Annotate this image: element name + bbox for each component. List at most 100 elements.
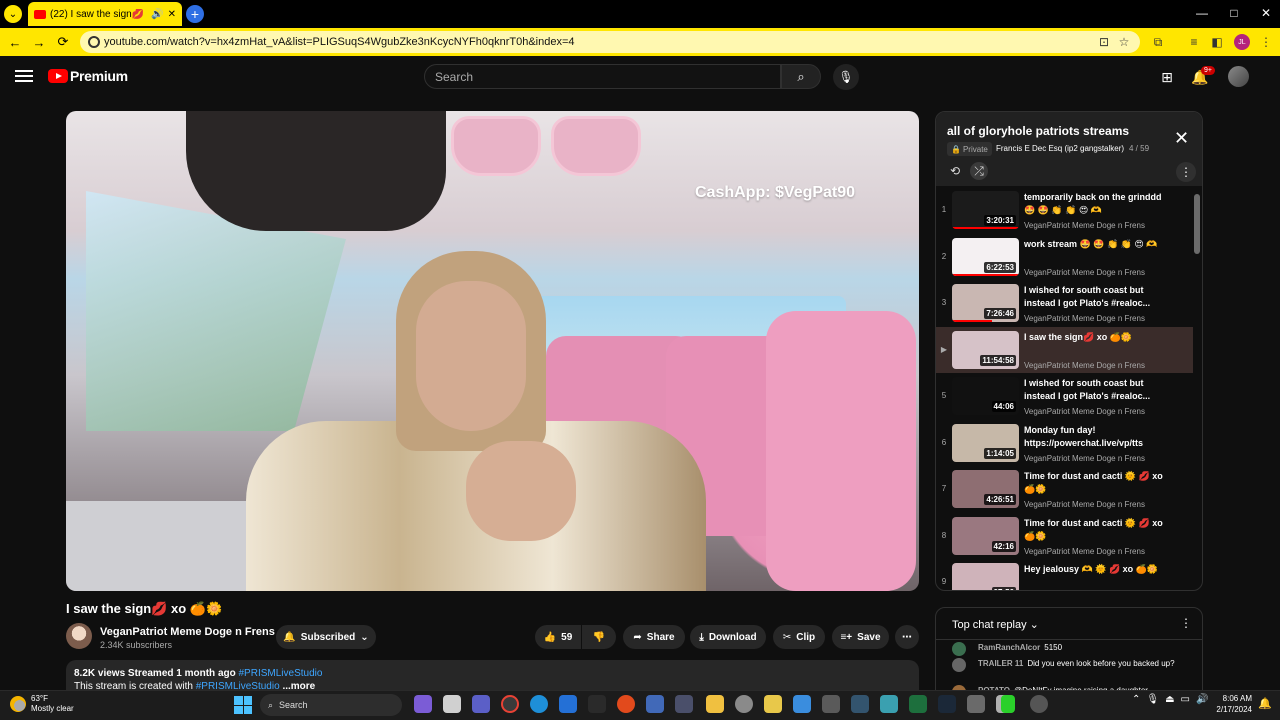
subscribed-button[interactable]: 🔔 Subscribed ⌄ (276, 625, 376, 649)
search-input[interactable]: Search (424, 64, 781, 89)
taskbar-search[interactable]: ⌕ Search (260, 694, 402, 716)
playlist-item[interactable]: 1 3:20:31 temporarily back on the grinddd … (936, 187, 1193, 233)
playlist-item-title[interactable]: Time for dust and cacti 🌞 💋 xo 🍊🌼 (1024, 470, 1174, 496)
excel-icon[interactable] (909, 695, 927, 713)
app-icon[interactable] (1030, 695, 1048, 713)
notification-center-icon[interactable]: 🔔 (1258, 697, 1272, 710)
hashtag-link[interactable]: #PRISMLiveStudio (239, 668, 323, 679)
app-icon[interactable] (675, 695, 693, 713)
playlist-item[interactable]: 927:56Hey jealousy 🫶 🌞 💋 xo 🍊🌼VeganPatri… (936, 559, 1193, 590)
playlist-item[interactable]: 7 4:26:51 Time for dust and cacti 🌞 💋 xo 🍊… (936, 466, 1193, 512)
chat-author-name[interactable]: RamRanchAlcor (978, 643, 1040, 652)
save-button[interactable]: ≡+ Save (832, 625, 889, 649)
shuffle-icon[interactable]: ⤮ (970, 162, 988, 180)
back-button[interactable]: ← (6, 33, 24, 51)
chrome-menu-icon[interactable]: ⋮ (1258, 34, 1274, 50)
app-icon[interactable] (1001, 695, 1015, 713)
app-icon[interactable] (793, 695, 811, 713)
tab-close-icon[interactable]: ✕ (168, 9, 176, 20)
forward-button[interactable]: → (30, 33, 48, 51)
playlist-item-thumbnail[interactable]: 6:22:53 (952, 237, 1019, 276)
chat-mode-selector[interactable]: Top chat replay ⌄ (952, 618, 1039, 631)
browser-tab[interactable]: (22) I saw the sign💋 xo 🍊🌼 🔊 ✕ (28, 2, 182, 26)
playlist-item-title[interactable]: I saw the sign💋 xo 🍊🌼 (1024, 331, 1174, 344)
extensions-icon[interactable]: ⧉ (1150, 34, 1166, 50)
playlist-item[interactable]: ▶ 11:54:58 I saw the sign💋 xo 🍊🌼 VeganPatri… (936, 326, 1193, 373)
task-view-icon[interactable] (443, 695, 461, 713)
chat-menu-icon[interactable]: ⋮ (1180, 616, 1192, 630)
chrome-icon[interactable] (501, 695, 519, 713)
playlist-item-thumbnail[interactable]: 44:06 (952, 377, 1019, 415)
app-icon[interactable] (880, 695, 898, 713)
minimize-button[interactable]: — (1190, 4, 1214, 22)
playlist-close-icon[interactable]: ✕ (1174, 128, 1189, 149)
create-icon[interactable]: ⊞ (1157, 67, 1177, 87)
site-info-icon[interactable] (88, 36, 100, 48)
playlist-item-thumbnail[interactable]: 27:56 (952, 563, 1019, 590)
account-avatar[interactable] (1228, 66, 1249, 87)
file-explorer-icon[interactable] (706, 695, 724, 713)
playlist-item-thumbnail[interactable]: 7:26:46 (952, 284, 1019, 322)
youtube-logo-icon[interactable] (48, 69, 68, 83)
playlist-item-thumbnail[interactable]: 1:14:05 (952, 423, 1019, 462)
playlist-item-title[interactable]: Monday fun day! https://powerchat.live/v… (1024, 424, 1174, 450)
dislike-button[interactable]: 👎 (582, 625, 616, 649)
weather-widget[interactable]: 63°F Mostly clear (10, 694, 74, 714)
chevron-up-icon[interactable]: ⌃ (1132, 694, 1140, 705)
guide-menu-icon[interactable] (15, 68, 33, 84)
app-icon[interactable] (646, 695, 664, 713)
microphone-icon[interactable]: 🎙 (1146, 694, 1159, 705)
teams-icon[interactable] (472, 695, 490, 713)
side-panel-icon[interactable]: ◧ (1209, 34, 1225, 50)
app-icon[interactable] (851, 695, 869, 713)
playlist-item[interactable]: 5 44:06 I wished for south coast but inste… (936, 373, 1193, 419)
playlist-owner[interactable]: Francis E Dec Esq (ip2 gangstalker) (996, 144, 1124, 153)
copilot-icon[interactable] (414, 695, 432, 713)
playlist-item[interactable]: 8 42:16 Time for dust and cacti 🌞 💋 xo 🍊🌼 V… (936, 513, 1193, 559)
speaker-icon[interactable]: 🔊 (151, 9, 163, 20)
clip-button[interactable]: ✂ Clip (773, 625, 825, 649)
edge-icon[interactable] (530, 695, 548, 713)
maximize-button[interactable]: □ (1222, 4, 1246, 22)
voice-search-icon[interactable]: 🎙 (833, 64, 859, 90)
volume-icon[interactable]: 🔊 (1196, 694, 1208, 705)
brave-icon[interactable] (617, 695, 635, 713)
playlist-item-thumbnail[interactable]: 42:16 (952, 516, 1019, 555)
playlist-item-title[interactable]: I wished for south coast but instead I g… (1024, 377, 1174, 403)
settings-icon[interactable] (735, 695, 753, 713)
playlist-menu-icon[interactable]: ⋮ (1176, 162, 1196, 182)
chat-author-name[interactable]: TRAILER 11 (978, 659, 1023, 668)
media-controls-icon[interactable]: ≡ (1186, 34, 1202, 50)
bookmark-star-icon[interactable]: ☆ (1116, 34, 1132, 50)
channel-name[interactable]: VeganPatriot Meme Doge n Frens (100, 626, 275, 638)
new-tab-button[interactable]: + (186, 5, 204, 23)
app-icon[interactable] (764, 695, 782, 713)
playlist-item-title[interactable]: Time for dust and cacti 🌞 💋 xo 🍊🌼 (1024, 517, 1174, 543)
playlist-scrollbar[interactable] (1194, 194, 1200, 254)
system-clock[interactable]: 8:06 AM 2/17/2024 (1212, 693, 1252, 715)
playlist-title[interactable]: all of gloryhole patriots streams (947, 124, 1129, 138)
loop-icon[interactable]: ⟲ (946, 162, 964, 180)
chat-author-avatar[interactable] (952, 642, 966, 656)
reload-button[interactable]: ⟳ (54, 33, 72, 51)
close-window-button[interactable]: ✕ (1254, 4, 1278, 22)
playlist-item-title[interactable]: temporarily back on the grinddd 🤩 🤩 👏 👏 … (1024, 191, 1174, 217)
profile-avatar[interactable]: JL (1234, 34, 1250, 50)
playlist-item-thumbnail[interactable]: 11:54:58 (952, 330, 1019, 369)
playlist-item-title[interactable]: Hey jealousy 🫶 🌞 💋 xo 🍊🌼 (1024, 563, 1174, 576)
playlist-item[interactable]: 3 7:26:46 I wished for south coast but ins… (936, 280, 1193, 326)
like-button[interactable]: 👍 59 (535, 625, 581, 649)
network-icon[interactable]: ▭ (1181, 694, 1190, 705)
premium-wordmark[interactable]: Premium (70, 68, 128, 84)
app-icon[interactable] (822, 695, 840, 713)
share-button[interactable]: ➦ Share (623, 625, 685, 649)
steam-icon[interactable] (938, 695, 956, 713)
windows-start-icon[interactable] (234, 696, 252, 714)
playlist-item-thumbnail[interactable]: 4:26:51 (952, 470, 1019, 508)
video-player[interactable]: CashApp: $VegPat90 (66, 111, 919, 591)
tab-search-icon[interactable]: ⌄ (4, 5, 22, 23)
playlist-item[interactable]: 6 1:14:05 Monday fun day! https://powercha… (936, 420, 1193, 466)
search-button[interactable]: ⌕ (781, 64, 821, 89)
playlist-item[interactable]: 2 6:22:53 work stream 🤩 🤩 👏 👏 😍 🫶 VeganPatr… (936, 234, 1193, 280)
app-icon[interactable] (559, 695, 577, 713)
